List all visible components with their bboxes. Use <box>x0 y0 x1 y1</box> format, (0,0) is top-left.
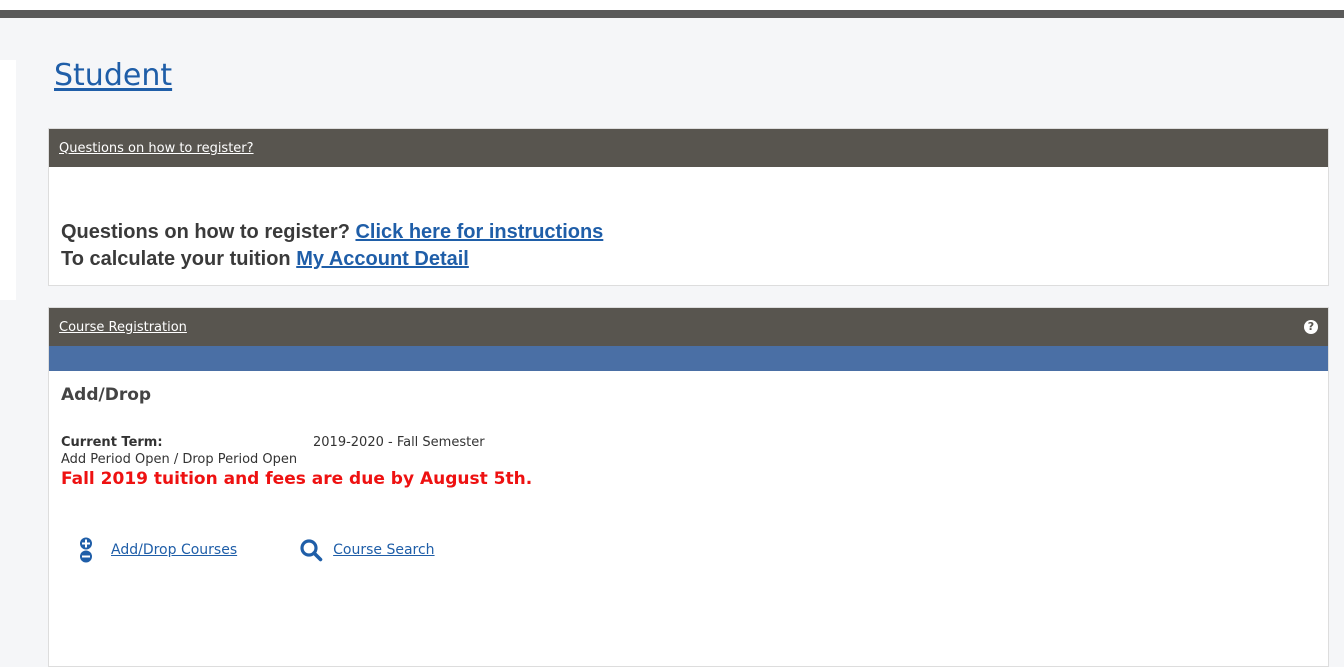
course-search-action[interactable]: Course Search <box>299 538 435 562</box>
course-registration-header: Course Registration ? <box>49 308 1328 346</box>
course-registration-header-link[interactable]: Course Registration <box>59 320 187 335</box>
period-status: Add Period Open / Drop Period Open <box>61 452 298 467</box>
current-term-value: 2019-2020 - Fall Semester <box>313 435 485 450</box>
tuition-due-notice: Fall 2019 tuition and fees are due by Au… <box>61 469 533 489</box>
questions-panel-header-link[interactable]: Questions on how to register? <box>59 141 254 156</box>
my-account-detail-link[interactable]: My Account Detail <box>296 248 469 270</box>
current-term-label: Current Term: <box>61 435 163 450</box>
instructions-link[interactable]: Click here for instructions <box>355 221 603 243</box>
tuition-line: To calculate your tuition My Account Det… <box>61 246 1328 273</box>
add-drop-courses-action[interactable]: Add/Drop Courses <box>77 537 237 563</box>
current-term-row: Current Term: 2019-2020 - Fall Semester <box>61 435 1328 450</box>
course-registration-panel: Course Registration ? Add/Drop Current T… <box>48 307 1329 667</box>
add-drop-courses-link[interactable]: Add/Drop Courses <box>111 542 237 558</box>
plus-minus-icon <box>80 537 92 563</box>
help-icon[interactable]: ? <box>1304 320 1318 334</box>
action-links: Add/Drop Courses Course Search <box>61 537 1328 563</box>
section-band <box>49 346 1328 371</box>
page-title[interactable]: Student <box>54 58 172 93</box>
tuition-text: To calculate your tuition <box>61 248 297 270</box>
add-drop-title: Add/Drop <box>61 385 152 405</box>
left-edge <box>0 60 16 300</box>
course-search-link[interactable]: Course Search <box>333 542 434 558</box>
course-registration-body: Add/Drop Current Term: 2019-2020 - Fall … <box>49 371 1328 563</box>
questions-panel: Questions on how to register? Questions … <box>48 128 1329 286</box>
top-bar-strip <box>0 10 1344 18</box>
instructions-text: Questions on how to register? <box>61 221 356 243</box>
questions-panel-header: Questions on how to register? <box>49 129 1328 167</box>
questions-panel-body: Questions on how to register? Click here… <box>49 167 1328 273</box>
top-bar <box>0 0 1344 18</box>
search-icon <box>300 539 323 562</box>
instructions-line: Questions on how to register? Click here… <box>61 219 1328 246</box>
